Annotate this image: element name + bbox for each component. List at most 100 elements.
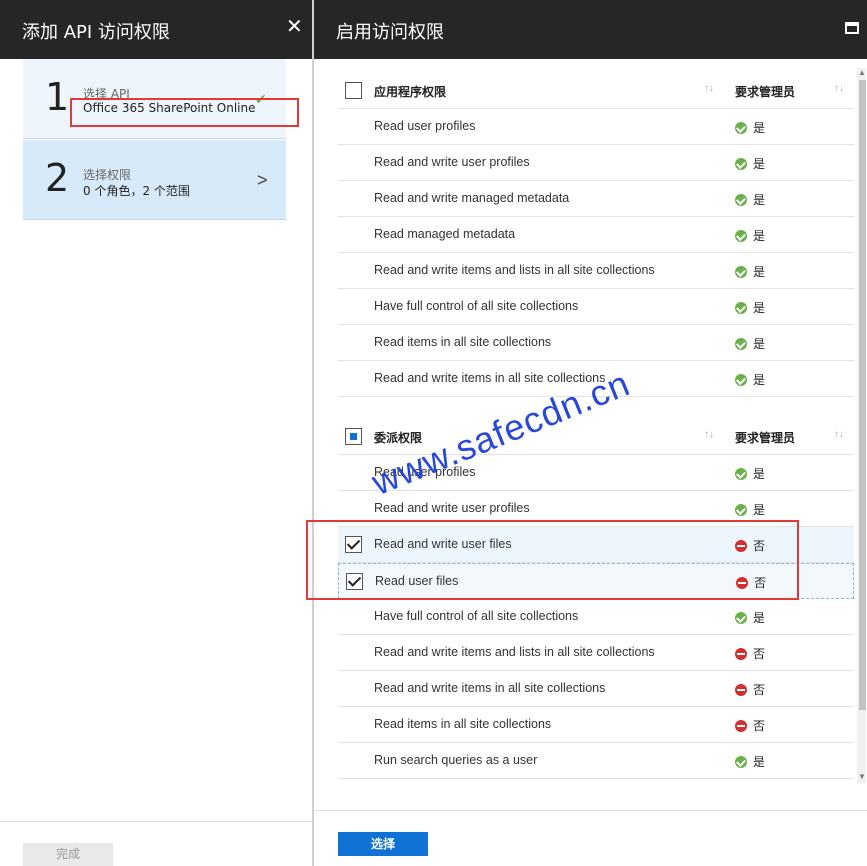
- admin-required-value: 是: [753, 193, 766, 207]
- sort-icon[interactable]: ↑↓: [834, 429, 844, 440]
- admin-required-status: 是: [735, 191, 765, 208]
- admin-required-value: 否: [753, 647, 766, 661]
- scroll-down-icon[interactable]: ▼: [858, 772, 866, 781]
- sort-icon[interactable]: ↑↓: [704, 429, 714, 440]
- done-button[interactable]: 完成: [23, 843, 113, 866]
- admin-required-value: 是: [753, 467, 766, 481]
- sort-icon[interactable]: ↑↓: [704, 83, 714, 94]
- step-number: 1: [45, 75, 70, 119]
- permission-label: Run search queries as a user: [374, 753, 538, 767]
- permission-row[interactable]: Read items in all site collections 否: [338, 707, 854, 743]
- admin-required-value: 是: [753, 611, 766, 625]
- permission-row[interactable]: Read managed metadata 是: [338, 217, 854, 253]
- close-icon[interactable]: ✕: [286, 16, 303, 38]
- permission-label: Have full control of all site collection…: [374, 299, 579, 313]
- footer-divider: [314, 810, 867, 811]
- check-circle-icon: [735, 756, 747, 768]
- step-number: 2: [45, 156, 70, 200]
- minus-circle-icon: [735, 648, 747, 660]
- admin-required-value: 是: [753, 301, 766, 315]
- sort-icon[interactable]: ↑↓: [834, 83, 844, 94]
- check-circle-icon: [735, 266, 747, 278]
- permission-row[interactable]: Read and write items in all site collect…: [338, 671, 854, 707]
- step-label: 选择权限: [83, 168, 132, 182]
- left-blade-title: 添加 API 访问权限: [22, 22, 170, 43]
- check-circle-icon: [735, 338, 747, 350]
- admin-required-status: 是: [735, 335, 765, 352]
- admin-required-status: 是: [735, 753, 765, 770]
- right-blade-header: 启用访问权限: [314, 0, 867, 59]
- admin-required-status: 是: [735, 501, 765, 518]
- admin-required-status: 是: [735, 371, 765, 388]
- admin-required-status: 是: [735, 155, 765, 172]
- select-all-checkbox[interactable]: [345, 82, 362, 99]
- admin-required-status: 是: [735, 609, 765, 626]
- right-blade: 启用访问权限 应用程序权限 ↑↓ 要求管理员 ↑↓ Read user profiles…: [306, 0, 867, 866]
- annotation-highlight-files: [306, 520, 799, 600]
- permission-label: Read and write items in all site collect…: [374, 681, 606, 695]
- permission-label: Read and write items and lists in all si…: [374, 645, 655, 659]
- permission-label: Read items in all site collections: [374, 335, 552, 349]
- permission-label: Read and write user profiles: [374, 155, 530, 169]
- admin-required-status: 是: [735, 465, 765, 482]
- permission-row[interactable]: Read and write user profiles 是: [338, 145, 854, 181]
- check-circle-icon: [735, 302, 747, 314]
- permission-row[interactable]: Read and write items and lists in all si…: [338, 253, 854, 289]
- permission-label: Read and write user profiles: [374, 501, 530, 515]
- group-header-app_group: 应用程序权限 ↑↓ 要求管理员 ↑↓: [338, 71, 854, 109]
- select-all-checkbox[interactable]: [345, 428, 362, 445]
- group-name: 委派权限: [374, 431, 423, 445]
- permission-label: Read items in all site collections: [374, 717, 552, 731]
- admin-required-value: 是: [753, 265, 766, 279]
- admin-required-value: 是: [753, 337, 766, 351]
- group-name: 应用程序权限: [374, 85, 447, 99]
- step-value: 0 个角色，2 个范围: [83, 184, 190, 198]
- permission-label: Read user profiles: [374, 119, 476, 133]
- admin-column-header: 要求管理员: [735, 85, 796, 99]
- scroll-up-icon[interactable]: ▲: [858, 68, 866, 77]
- admin-required-value: 是: [753, 157, 766, 171]
- permission-row[interactable]: Read user profiles 是: [338, 109, 854, 145]
- admin-required-status: 是: [735, 299, 765, 316]
- permission-label: Read and write items and lists in all si…: [374, 263, 655, 277]
- permission-label: Read managed metadata: [374, 227, 516, 241]
- admin-required-value: 否: [753, 719, 766, 733]
- left-blade-header: 添加 API 访问权限 ✕: [0, 0, 312, 59]
- permission-row[interactable]: Have full control of all site collection…: [338, 599, 854, 635]
- scrollbar-thumb[interactable]: [859, 80, 866, 710]
- permission-row[interactable]: Read items in all site collections 是: [338, 325, 854, 361]
- check-circle-icon: [735, 504, 747, 516]
- permission-row[interactable]: Run search queries as a user 是: [338, 743, 854, 779]
- check-circle-icon: [735, 612, 747, 624]
- footer-divider: [0, 821, 312, 822]
- admin-required-value: 是: [753, 229, 766, 243]
- check-circle-icon: [735, 158, 747, 170]
- permission-row[interactable]: Read and write items and lists in all si…: [338, 635, 854, 671]
- admin-required-status: 否: [735, 645, 765, 662]
- left-blade: 添加 API 访问权限 ✕ 1 选择 API Office 365 ShareP…: [0, 0, 312, 866]
- permission-label: Have full control of all site collection…: [374, 609, 579, 623]
- admin-required-status: 是: [735, 119, 765, 136]
- select-button[interactable]: 选择: [338, 832, 428, 856]
- admin-required-status: 否: [735, 717, 765, 734]
- permission-row[interactable]: Read and write managed metadata 是: [338, 181, 854, 217]
- check-circle-icon: [735, 230, 747, 242]
- minus-circle-icon: [735, 684, 747, 696]
- admin-required-status: 是: [735, 263, 765, 280]
- admin-column-header: 要求管理员: [735, 431, 796, 445]
- annotation-highlight-api: [70, 98, 299, 127]
- chevron-right-icon: >: [257, 170, 268, 190]
- admin-required-status: 否: [735, 681, 765, 698]
- check-circle-icon: [735, 468, 747, 480]
- maximize-icon[interactable]: [845, 22, 859, 34]
- admin-required-status: 是: [735, 227, 765, 244]
- admin-required-value: 是: [753, 121, 766, 135]
- right-blade-title: 启用访问权限: [336, 22, 444, 43]
- permission-label: Read and write managed metadata: [374, 191, 570, 205]
- check-circle-icon: [735, 194, 747, 206]
- step-select-permissions[interactable]: 2 选择权限 0 个角色，2 个范围 >: [23, 140, 286, 220]
- admin-required-value: 是: [753, 373, 766, 387]
- minus-circle-icon: [735, 720, 747, 732]
- check-circle-icon: [735, 122, 747, 134]
- permission-row[interactable]: Have full control of all site collection…: [338, 289, 854, 325]
